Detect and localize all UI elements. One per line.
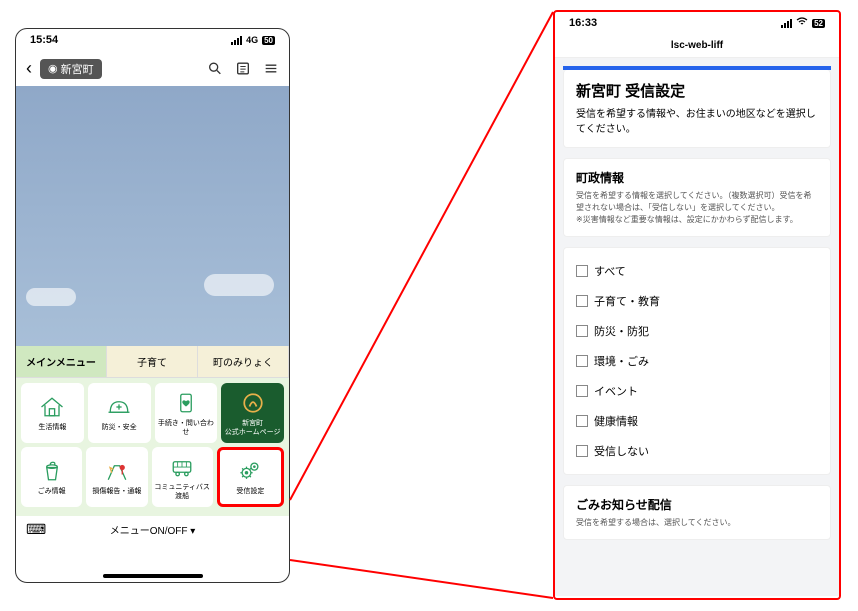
background-sky (16, 86, 289, 346)
checkbox-icon (576, 355, 588, 367)
checkbox-all[interactable]: すべて (576, 256, 818, 286)
phone-right: 16:33 52 lsc-web-liff 新宮町 受信設定 受信を希望する情報… (553, 10, 841, 600)
webview-title: lsc-web-liff (555, 34, 839, 58)
grid-label: 防災・安全 (102, 424, 137, 432)
location-name: 新宮町 (61, 61, 94, 77)
intro-card: 新宮町 受信設定 受信を希望する情報や、お住まいの地区などを選択してください。 (563, 70, 831, 148)
shield-icon: ◉ (48, 62, 58, 75)
tab-main-menu[interactable]: メインメニュー (16, 346, 107, 377)
checkbox-label: 受信しない (594, 443, 649, 459)
status-time: 16:33 (569, 17, 597, 29)
section-town-info: 町政情報 受信を希望する情報を選択してください。（複数選択可）受信を希望されない… (563, 158, 831, 237)
app-header: ‹ ◉ 新宮町 (16, 51, 289, 86)
house-icon (38, 393, 66, 421)
settings-body: 新宮町 受信設定 受信を希望する情報や、お住まいの地区などを選択してください。 … (555, 58, 839, 596)
signal-icon (231, 36, 242, 45)
status-bar-right: 16:33 52 (555, 12, 839, 34)
list-icon[interactable] (235, 58, 251, 79)
grid-item-life-info[interactable]: 生活情報 (21, 383, 84, 443)
wifi-badge: 50 (262, 36, 275, 45)
grid-item-homepage[interactable]: 新宮町 公式ホームページ (221, 383, 284, 443)
menu-toggle-button[interactable]: メニューON/OFF ▾ (110, 522, 196, 537)
section-garbage-notify: ごみお知らせ配信 受信を希望する場合は、選択してください。 (563, 485, 831, 540)
tab-childcare[interactable]: 子育て (107, 346, 198, 377)
phone-heart-icon (172, 389, 200, 417)
checkbox-label: 防災・防犯 (594, 323, 649, 339)
status-bar-left: 15:54 4G 50 (16, 29, 289, 51)
checkbox-icon (576, 325, 588, 337)
back-icon[interactable]: ‹ (26, 58, 32, 79)
cloud-decoration (26, 288, 76, 306)
checkbox-disaster[interactable]: 防災・防犯 (576, 316, 818, 346)
bus-icon (168, 453, 196, 481)
section-description: 受信を希望する場合は、選択してください。 (576, 517, 818, 529)
grid-label: 受信設定 (236, 488, 264, 496)
checkbox-label: 健康情報 (594, 413, 638, 429)
grid-label: 手続き・問い合わせ (157, 420, 216, 437)
wifi-icon (796, 17, 808, 29)
checkbox-label: 子育て・教育 (594, 293, 660, 309)
grid-item-receive-settings[interactable]: 受信設定 (217, 447, 284, 507)
grid-item-bus[interactable]: コミュニティバス 渡船 (152, 447, 213, 507)
page-description: 受信を希望する情報や、お住まいの地区などを選択してください。 (576, 107, 818, 137)
phone-left: 15:54 4G 50 ‹ ◉ 新宮町 メインメニ (15, 28, 290, 583)
status-right: 52 (781, 17, 825, 29)
checkbox-label: すべて (594, 263, 626, 279)
grid-label: ごみ情報 (38, 488, 66, 496)
checkbox-label: 環境・ごみ (594, 353, 649, 369)
checkbox-icon (576, 295, 588, 307)
grid-label: 新宮町 公式ホームページ (225, 420, 281, 437)
checkbox-list: すべて 子育て・教育 防災・防犯 環境・ごみ イベント 健康情報 受信しない (563, 247, 831, 475)
location-badge[interactable]: ◉ 新宮町 (40, 59, 102, 79)
section-description: 受信を希望する情報を選択してください。（複数選択可）受信を希望されない場合は、「… (576, 190, 818, 226)
town-logo-icon (239, 389, 267, 417)
grid-item-garbage[interactable]: ごみ情報 (21, 447, 82, 507)
bottom-bar: ⌨ メニューON/OFF ▾ (16, 516, 289, 543)
checkbox-none[interactable]: 受信しない (576, 436, 818, 466)
gear-icon (236, 457, 264, 485)
battery-badge: 52 (812, 19, 825, 28)
grid-item-procedures[interactable]: 手続き・問い合わせ (155, 383, 218, 443)
keyboard-icon[interactable]: ⌨ (26, 521, 46, 538)
network-label: 4G (246, 35, 258, 45)
signal-icon (781, 19, 792, 28)
checkbox-childcare[interactable]: 子育て・教育 (576, 286, 818, 316)
tab-town-charm[interactable]: 町のみりょく (198, 346, 289, 377)
checkbox-environment[interactable]: 環境・ごみ (576, 346, 818, 376)
tab-bar: メインメニュー 子育て 町のみりょく (16, 346, 289, 378)
checkbox-event[interactable]: イベント (576, 376, 818, 406)
checkbox-health[interactable]: 健康情報 (576, 406, 818, 436)
section-title: 町政情報 (576, 169, 818, 186)
grid-item-disaster[interactable]: 防災・安全 (88, 383, 151, 443)
status-right: 4G 50 (231, 35, 275, 45)
road-pin-icon (103, 457, 131, 485)
section-title: ごみお知らせ配信 (576, 496, 818, 513)
checkbox-icon (576, 265, 588, 277)
menu-icon[interactable] (263, 58, 279, 79)
home-indicator (103, 574, 203, 578)
menu-grid: 生活情報 防災・安全 手続き・問い合わせ 新宮町 公式ホームページ ごみ情報 (16, 378, 289, 516)
search-icon[interactable] (207, 58, 223, 79)
grid-label: 損傷報告・通報 (92, 488, 141, 496)
status-time: 15:54 (30, 34, 58, 46)
checkbox-icon (576, 445, 588, 457)
checkbox-icon (576, 385, 588, 397)
page-title: 新宮町 受信設定 (576, 80, 818, 101)
helmet-icon (105, 393, 133, 421)
trash-icon (38, 457, 66, 485)
checkbox-icon (576, 415, 588, 427)
grid-label: コミュニティバス 渡船 (154, 484, 210, 501)
grid-label: 生活情報 (38, 424, 66, 432)
cloud-decoration (204, 274, 274, 296)
checkbox-label: イベント (594, 383, 638, 399)
grid-item-damage-report[interactable]: 損傷報告・通報 (86, 447, 147, 507)
